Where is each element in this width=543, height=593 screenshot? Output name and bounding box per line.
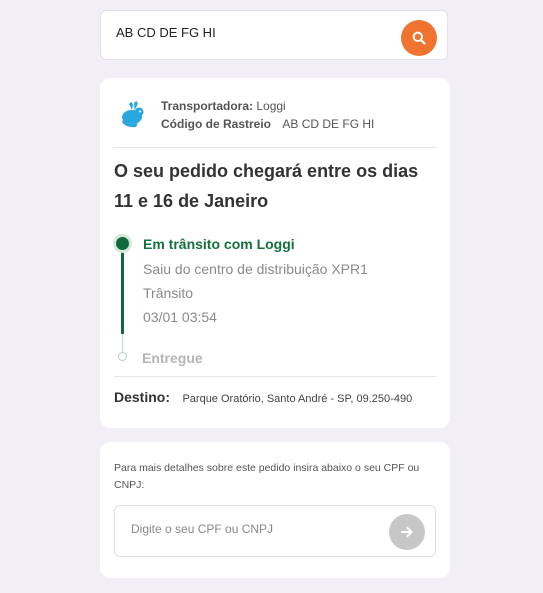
timeline-dot-pending bbox=[118, 352, 127, 361]
tracking-code-label: Código de Rastreio bbox=[161, 117, 272, 131]
timeline-dot-active bbox=[116, 237, 129, 250]
cpf-instructions: Para mais detalhes sobre este pedido ins… bbox=[114, 462, 420, 491]
destination: Destino: Parque Oratório, Santo André - … bbox=[114, 389, 412, 407]
cpf-input[interactable] bbox=[131, 522, 371, 536]
timeline-track bbox=[121, 242, 124, 334]
divider bbox=[114, 147, 436, 148]
tracking-search-bar[interactable]: AB CD DE FG HI bbox=[100, 10, 448, 60]
tracking-card: Transportadora: Loggi Código de Rastreio… bbox=[100, 78, 450, 428]
divider bbox=[114, 376, 436, 377]
carrier-label: Transportadora: bbox=[161, 99, 254, 113]
loggi-rabbit-logo-icon bbox=[122, 101, 144, 128]
cpf-field[interactable] bbox=[114, 505, 436, 557]
cpf-submit-button[interactable] bbox=[389, 514, 425, 550]
destination-value: Parque Oratório, Santo André - SP, 09.25… bbox=[182, 393, 413, 405]
tracking-code-value: AB CD DE FG HI bbox=[282, 117, 375, 131]
timeline-current-status: Trânsito bbox=[143, 285, 194, 301]
delivery-estimate-headline: O seu pedido chegará entre os dias 11 e … bbox=[114, 161, 419, 211]
search-button[interactable] bbox=[401, 20, 437, 56]
timeline-track-pending bbox=[122, 334, 123, 352]
cpf-card: Para mais detalhes sobre este pedido ins… bbox=[100, 442, 450, 578]
search-icon bbox=[412, 31, 426, 45]
arrow-right-icon bbox=[401, 527, 413, 537]
tracking-search-value[interactable]: AB CD DE FG HI bbox=[116, 25, 216, 40]
timeline-current-title: Em trânsito com Loggi bbox=[143, 236, 295, 252]
carrier-info: Transportadora: Loggi Código de Rastreio… bbox=[161, 97, 374, 133]
timeline-current-description: Saiu do centro de distribuição XPR1 bbox=[143, 261, 368, 277]
carrier-value: Loggi bbox=[256, 99, 286, 113]
timeline-next-title: Entregue bbox=[142, 350, 203, 366]
timeline-current-datetime: 03/01 03:54 bbox=[143, 309, 217, 325]
destination-label: Destino: bbox=[114, 389, 170, 405]
